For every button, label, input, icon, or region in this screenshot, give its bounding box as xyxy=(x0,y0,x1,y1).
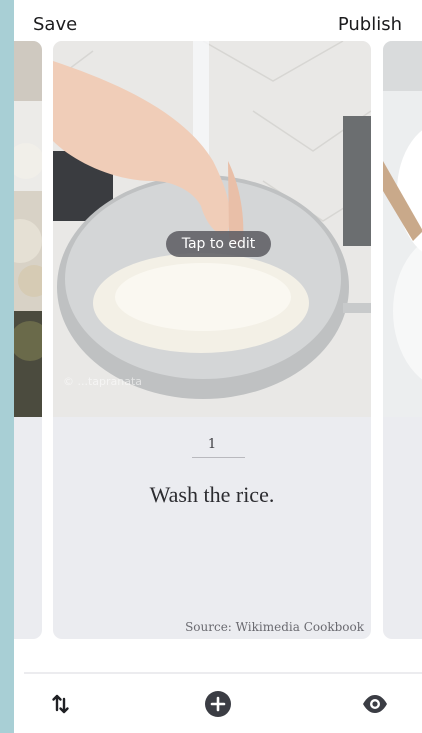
publish-button[interactable]: Publish xyxy=(338,14,402,35)
app-screen: Save Publish Tap to edit © ...tapranata … xyxy=(14,0,422,733)
add-circle-icon[interactable] xyxy=(204,690,232,718)
tap-to-edit-hint[interactable]: Tap to edit xyxy=(166,231,271,257)
step-card[interactable]: Tap to edit © ...tapranata 1 Wash the ri… xyxy=(53,41,371,639)
step-instruction[interactable]: Wash the rice. xyxy=(53,482,371,508)
bottom-divider xyxy=(24,672,422,674)
next-step-card[interactable] xyxy=(383,41,422,639)
photo-credit: © ...tapranata xyxy=(63,375,143,388)
eye-icon[interactable] xyxy=(361,690,389,718)
next-step-photo xyxy=(383,41,422,417)
save-button[interactable]: Save xyxy=(33,14,77,35)
step-photo[interactable] xyxy=(53,41,371,417)
step-number-divider xyxy=(192,457,245,458)
previous-step-card[interactable] xyxy=(14,41,42,639)
bottom-toolbar xyxy=(14,676,422,733)
reorder-arrows-icon[interactable] xyxy=(49,690,77,718)
recipe-source: Source: Wikimedia Cookbook xyxy=(185,620,364,634)
previous-step-photo xyxy=(14,41,42,417)
step-number: 1 xyxy=(207,437,217,452)
top-bar: Save Publish xyxy=(14,0,422,42)
